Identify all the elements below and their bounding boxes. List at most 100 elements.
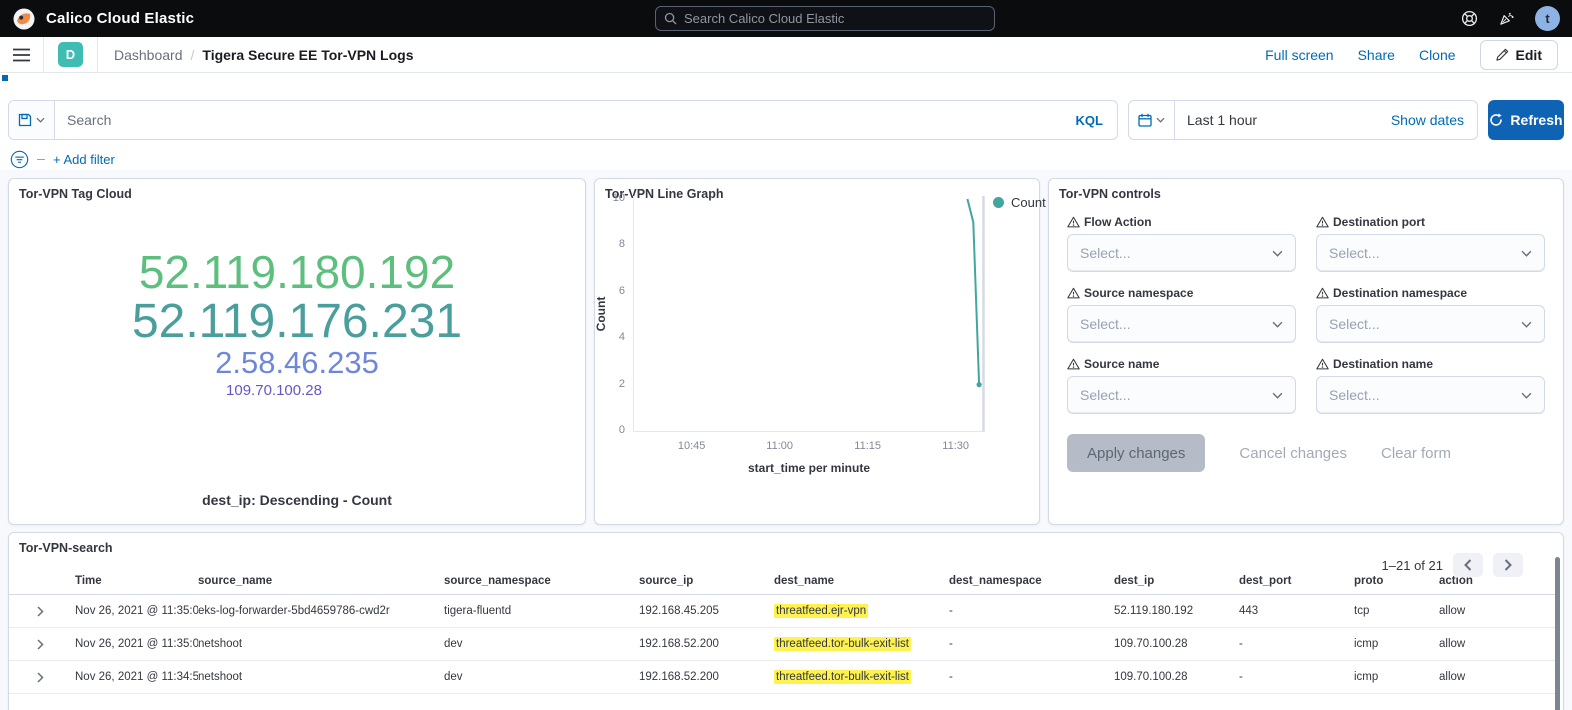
app-title: Calico Cloud Elastic [46, 10, 194, 27]
filter-icon[interactable] [10, 150, 29, 169]
full-screen-link[interactable]: Full screen [1265, 47, 1333, 63]
filter-divider [37, 159, 45, 160]
previous-page-button[interactable] [1453, 553, 1483, 577]
chevron-down-icon [1272, 321, 1283, 328]
expand-row-icon[interactable] [33, 602, 48, 621]
tag-cloud-word[interactable]: 2.58.46.235 [215, 347, 379, 379]
refresh-label: Refresh [1510, 112, 1562, 128]
table-scrollbar[interactable] [1555, 557, 1560, 710]
clear-form-button[interactable]: Clear form [1381, 445, 1451, 462]
field-destination-name: Destination name Select... [1316, 357, 1545, 414]
tag-cloud-caption: dest_ip: Descending - Count [9, 492, 585, 508]
x-tick: 11:15 [854, 440, 881, 452]
time-range-value[interactable]: Last 1 hour [1175, 112, 1257, 128]
destination-port-select[interactable]: Select... [1316, 234, 1545, 272]
source-namespace-select[interactable]: Select... [1067, 305, 1296, 343]
y-tick: 0 [601, 424, 625, 436]
cell-dest-namespace: - [949, 595, 1114, 628]
dashboard-viewport: Tor-VPN Tag Cloud 52.119.180.192 52.119.… [0, 170, 1572, 710]
panel-line-graph: Tor-VPN Line Graph Count 0 2 4 6 8 10 10… [594, 178, 1040, 525]
cell-source-name: eks-log-forwarder-5bd4659786-cwd2r [198, 595, 444, 628]
warning-icon [1067, 216, 1080, 228]
chevron-down-icon [1156, 117, 1165, 123]
warning-icon [1316, 358, 1329, 370]
calico-logo-icon[interactable] [13, 8, 35, 30]
dashboard-badge[interactable]: D [58, 42, 83, 67]
legend-item-count[interactable]: Count [993, 195, 1046, 210]
warning-icon [1316, 216, 1329, 228]
help-icon[interactable] [1461, 10, 1478, 27]
global-search-input[interactable] [684, 11, 964, 26]
panel-controls: Tor-VPN controls Flow Action Select... D… [1048, 178, 1564, 525]
search-icon [664, 12, 677, 25]
field-destination-port: Destination port Select... [1316, 215, 1545, 272]
tag-cloud-word[interactable]: 52.119.176.231 [132, 297, 462, 347]
apply-changes-button[interactable]: Apply changes [1067, 434, 1205, 472]
panel-title: Tor-VPN Tag Cloud [9, 179, 585, 201]
cell-source-name: netshoot [198, 661, 444, 694]
count-line-endpoint [977, 382, 982, 387]
expand-row-icon[interactable] [33, 668, 48, 687]
calendar-icon [1138, 113, 1152, 127]
column-expand [9, 569, 75, 595]
panel-tag-cloud: Tor-VPN Tag Cloud 52.119.180.192 52.119.… [8, 178, 586, 525]
cell-action: allow [1439, 628, 1557, 661]
tag-cloud-word[interactable]: 52.119.180.192 [139, 249, 455, 297]
chevron-left-icon [1464, 559, 1472, 571]
query-search-input[interactable] [55, 112, 1062, 128]
cell-time: Nov 26, 2021 @ 11:34:54.000 [75, 661, 198, 694]
x-tick: 11:00 [766, 440, 793, 452]
cell-dest-name: threatfeed.tor-bulk-exit-list [774, 628, 949, 661]
avatar-initial: t [1535, 6, 1560, 31]
cell-dest-ip: 109.70.100.28 [1114, 628, 1239, 661]
destination-name-select[interactable]: Select... [1316, 376, 1545, 414]
highlighted-value: threatfeed.tor-bulk-exit-list [774, 637, 911, 651]
cell-dest-port: 443 [1239, 595, 1354, 628]
table-header-row: Time source_name source_namespace source… [9, 569, 1557, 595]
table-row: Nov 26, 2021 @ 11:35:04.000 eks-log-forw… [9, 595, 1557, 628]
chevron-down-icon [1521, 392, 1532, 399]
edit-button[interactable]: Edit [1480, 40, 1558, 70]
y-tick: 4 [601, 331, 625, 343]
cell-action: allow [1439, 595, 1557, 628]
next-page-button[interactable] [1493, 553, 1523, 577]
source-name-select[interactable]: Select... [1067, 376, 1296, 414]
cell-dest-port: - [1239, 628, 1354, 661]
breadcrumb: Dashboard / Tigera Secure EE Tor-VPN Log… [98, 47, 413, 63]
destination-namespace-select[interactable]: Select... [1316, 305, 1545, 343]
column-header: dest_port [1239, 569, 1354, 595]
cell-action: allow [1439, 661, 1557, 694]
share-link[interactable]: Share [1358, 47, 1395, 63]
cell-dest-namespace: - [949, 661, 1114, 694]
kql-button[interactable]: KQL [1062, 113, 1117, 128]
column-header: source_ip [639, 569, 774, 595]
tag-cloud-word[interactable]: 109.70.100.28 [226, 383, 322, 399]
global-search[interactable] [655, 6, 995, 31]
add-filter-button[interactable]: + Add filter [53, 152, 115, 167]
clone-link[interactable]: Clone [1419, 47, 1456, 63]
newsfeed-icon[interactable] [1498, 10, 1515, 27]
saved-query-menu[interactable] [9, 101, 55, 139]
breadcrumb-bar: D Dashboard / Tigera Secure EE Tor-VPN L… [0, 37, 1572, 73]
flow-action-select[interactable]: Select... [1067, 234, 1296, 272]
chevron-down-icon [1521, 321, 1532, 328]
warning-icon [1067, 358, 1080, 370]
breadcrumb-dashboard[interactable]: Dashboard [114, 47, 183, 63]
user-avatar[interactable]: t [1535, 6, 1560, 31]
field-label: Destination port [1333, 215, 1425, 229]
expand-row-icon[interactable] [33, 635, 48, 654]
refresh-button[interactable]: Refresh [1488, 100, 1564, 140]
cell-dest-name: threatfeed.tor-bulk-exit-list [774, 661, 949, 694]
edit-label: Edit [1516, 47, 1542, 63]
filter-bar: + Add filter [10, 150, 115, 169]
save-query-icon [18, 113, 32, 127]
menu-icon[interactable] [13, 48, 30, 62]
date-quick-select[interactable] [1129, 101, 1175, 139]
nav-indicator [2, 75, 8, 81]
date-picker: Last 1 hour Show dates [1128, 100, 1478, 140]
show-dates-button[interactable]: Show dates [1391, 112, 1477, 128]
y-tick: 10 [601, 192, 625, 204]
cell-source-namespace: tigera-fluentd [444, 595, 639, 628]
cancel-changes-button[interactable]: Cancel changes [1239, 445, 1347, 462]
y-tick: 6 [601, 285, 625, 297]
